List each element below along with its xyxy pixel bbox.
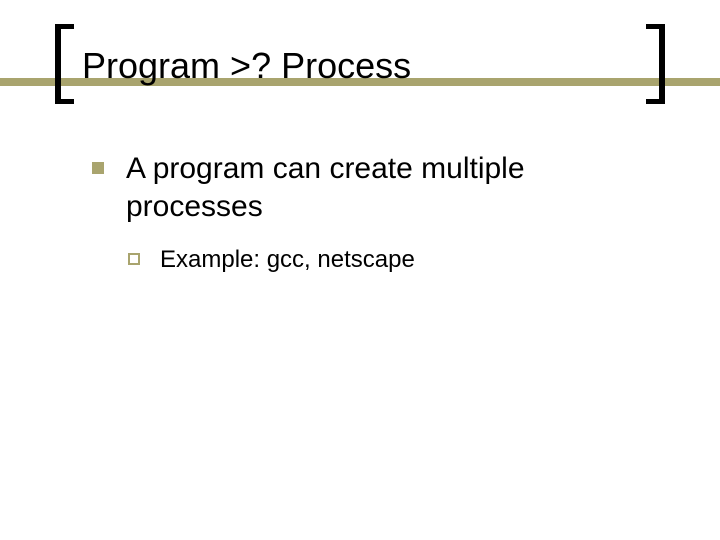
hollow-bullet-icon (128, 253, 140, 265)
slide: Program >? Process A program can create … (0, 0, 720, 540)
bullet-item: A program can create multiple processes (92, 150, 640, 225)
right-bracket-icon (640, 24, 668, 104)
square-bullet-icon (92, 162, 104, 174)
slide-title: Program >? Process (82, 45, 411, 87)
sub-bullet-item: Example: gcc, netscape (128, 245, 640, 275)
slide-body: A program can create multiple processes … (92, 150, 640, 275)
bullet-text: A program can create multiple processes (126, 150, 640, 225)
sub-bullet-text: Example: gcc, netscape (160, 245, 415, 275)
left-bracket-icon (52, 24, 80, 104)
